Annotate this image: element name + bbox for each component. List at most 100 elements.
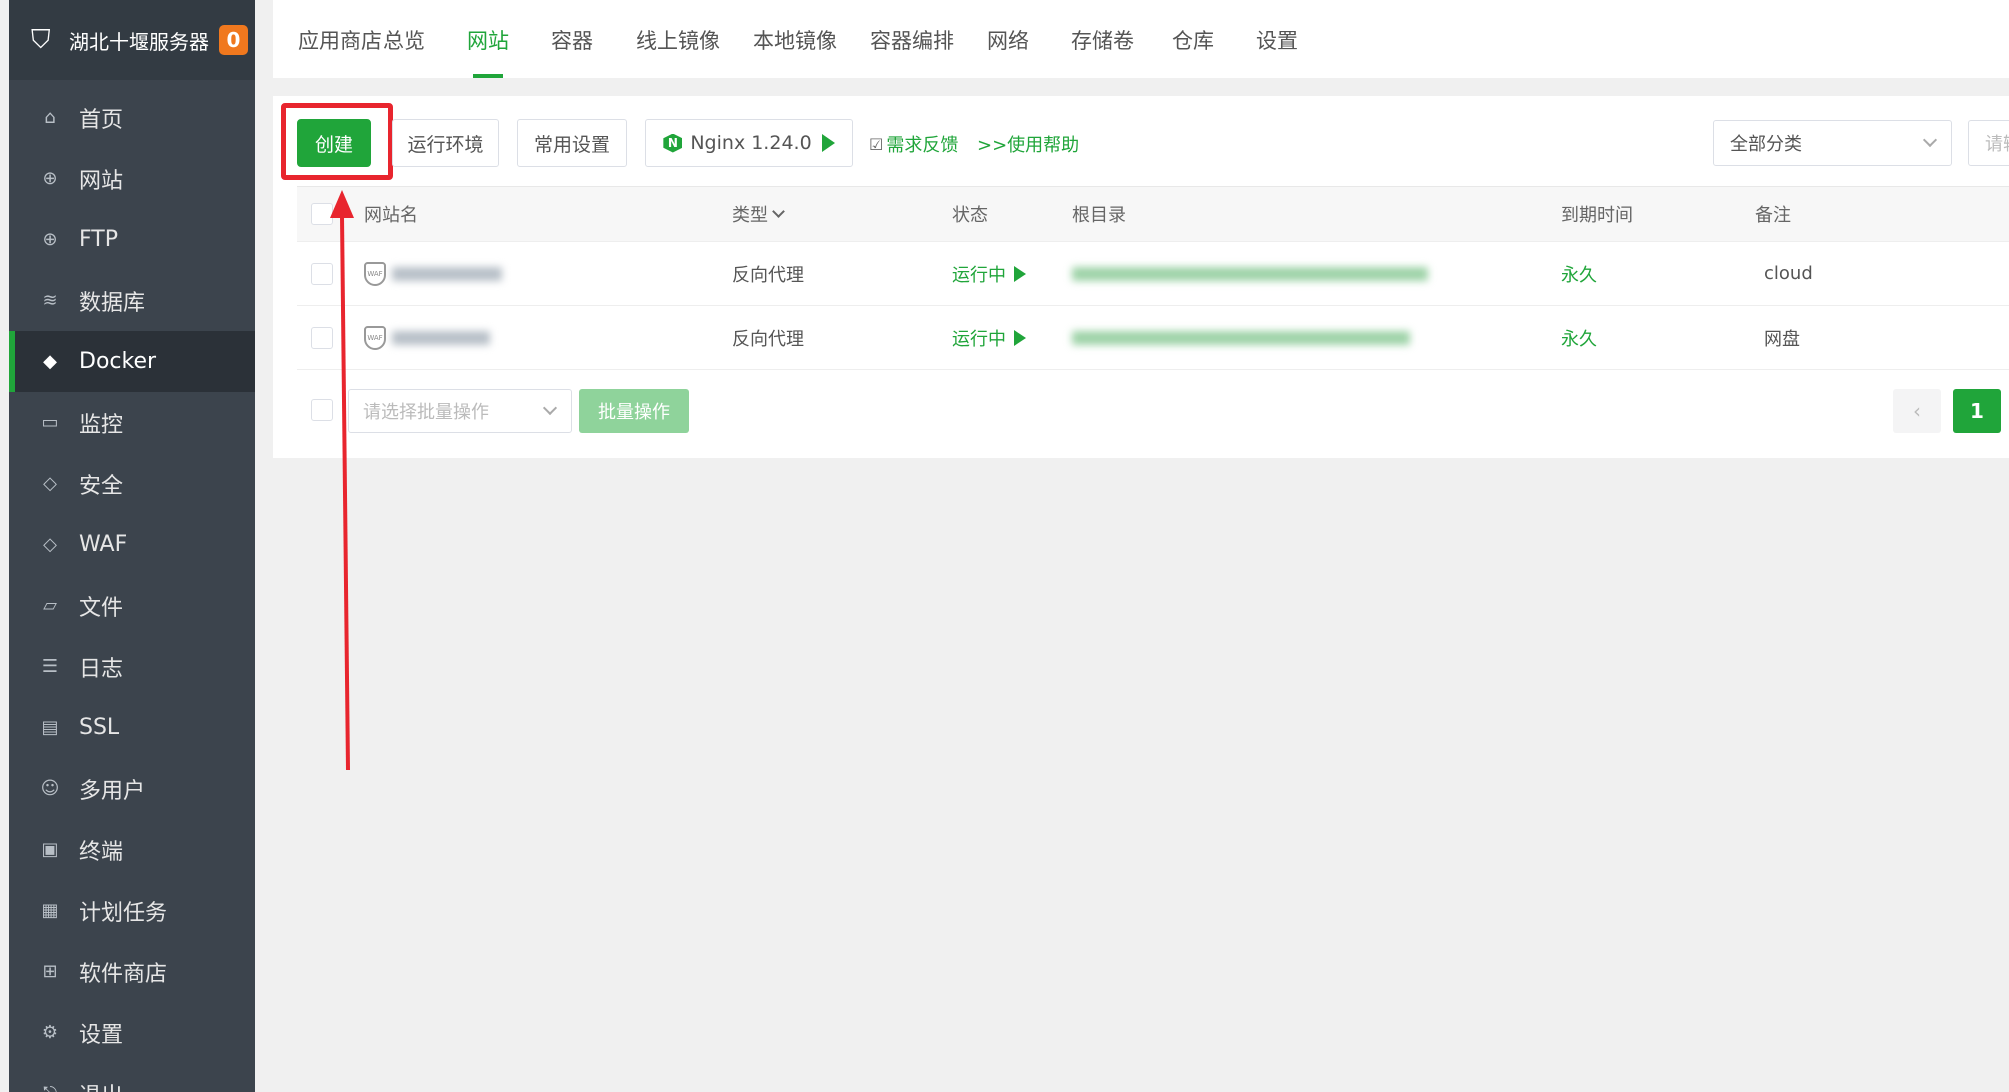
- sidebar-item-7[interactable]: ◇ WAF: [9, 514, 255, 575]
- waf-shield-icon: WAF: [364, 261, 386, 286]
- root-dir-cell[interactable]: [1072, 306, 1410, 369]
- sidebar-item-10[interactable]: ▤ SSL: [9, 697, 255, 758]
- sidebar-item-5[interactable]: ▭ 监控: [9, 392, 255, 453]
- sidebar-item-label: 文件: [79, 595, 124, 621]
- column-expire: 到期时间: [1561, 205, 1633, 226]
- site-status[interactable]: 运行中: [952, 306, 1026, 369]
- runtime-button[interactable]: 运行环境: [392, 119, 499, 167]
- page-1-button[interactable]: 1: [1953, 389, 2001, 433]
- folder-icon: ▱: [43, 595, 57, 616]
- sidebar-item-13[interactable]: ▦ 计划任务: [9, 880, 255, 941]
- sidebar-item-label: 网站: [79, 168, 124, 194]
- select-all-checkbox[interactable]: [311, 203, 333, 225]
- batch-action-select[interactable]: 请选择批量操作: [348, 389, 572, 433]
- sidebar-item-1[interactable]: ⊕ 网站: [9, 148, 255, 209]
- table-row: WAF 反向代理 运行中 永久 网盘: [297, 306, 2009, 370]
- site-name-cell[interactable]: WAF: [364, 306, 490, 369]
- prev-page-button[interactable]: ‹: [1893, 389, 1941, 433]
- batch-select-all-checkbox[interactable]: [311, 399, 333, 421]
- sidebar-item-15[interactable]: ⚙ 设置: [9, 1002, 255, 1063]
- sidebar-item-3[interactable]: ≋ 数据库: [9, 270, 255, 331]
- sidebar-item-2[interactable]: ⊕ FTP: [9, 209, 255, 270]
- sidebar-item-label: WAF: [79, 532, 128, 557]
- tab-8[interactable]: 存储卷: [1071, 25, 1134, 55]
- shield-icon: ◇: [43, 473, 57, 494]
- search-input[interactable]: 请输入: [1968, 120, 2009, 166]
- sidebar-nav: ⌂ 首页 ⊕ 网站 ⊕ FTP ≋ 数据库 ◆ Docker ▭ 监控 ◇ 安全 ◇ WAF ▱ 文件 ☰ 日志 ▤ SS…: [9, 80, 255, 1092]
- brand-name: 湖北十堰服务器: [69, 29, 209, 54]
- row-checkbox[interactable]: [311, 262, 333, 285]
- feedback-link[interactable]: ☑ 需求反馈: [869, 131, 958, 157]
- sidebar-item-label: 计划任务: [79, 900, 168, 926]
- site-status[interactable]: 运行中: [952, 242, 1026, 305]
- notification-badge[interactable]: 0: [219, 25, 248, 55]
- help-link[interactable]: >>使用帮助: [977, 131, 1079, 157]
- play-icon: [1014, 265, 1026, 282]
- sidebar-item-label: 退出: [79, 1078, 123, 1092]
- column-remark: 备注: [1755, 205, 1791, 226]
- sidebar-item-label: 终端: [79, 839, 124, 865]
- sidebar-item-label: 数据库: [79, 290, 146, 316]
- sidebar-item-8[interactable]: ▱ 文件: [9, 575, 255, 636]
- sidebar-item-0[interactable]: ⌂ 首页: [9, 87, 255, 148]
- ssl-certificate-icon: ▤: [41, 717, 59, 738]
- sidebar-item-14[interactable]: ⊞ 软件商店: [9, 941, 255, 1002]
- feedback-icon: ☑: [869, 134, 884, 154]
- column-name: 网站名: [364, 205, 418, 226]
- row-checkbox[interactable]: [311, 326, 333, 349]
- batch-action-button[interactable]: 批量操作: [579, 389, 689, 433]
- gear-icon: ⚙: [41, 1022, 59, 1043]
- site-remark[interactable]: cloud: [1764, 242, 1813, 305]
- column-type[interactable]: 类型: [732, 187, 785, 241]
- sidebar-item-4[interactable]: ◆ Docker: [9, 331, 255, 392]
- category-select[interactable]: 全部分类: [1713, 120, 1952, 166]
- tab-3[interactable]: 容器: [551, 25, 593, 55]
- site-name-cell[interactable]: WAF: [364, 242, 502, 305]
- sidebar-item-16[interactable]: ⎋ 退出: [9, 1063, 255, 1092]
- common-settings-button[interactable]: 常用设置: [517, 119, 627, 167]
- waf-shield-icon: WAF: [364, 325, 386, 350]
- site-expire[interactable]: 永久: [1561, 242, 1597, 305]
- category-value: 全部分类: [1730, 134, 1802, 155]
- sidebar-item-label: 软件商店: [79, 961, 168, 987]
- sidebar-item-12[interactable]: ▣ 终端: [9, 819, 255, 880]
- website-table: 网站名 类型 状态 根目录 到期时间 备注 WAF 反向代理 运行中 永久 cl…: [297, 186, 2009, 370]
- tab-5[interactable]: 本地镜像: [753, 25, 837, 55]
- docker-tabs: 应用商店 总览 网站 容器 线上镜像 本地镜像 容器编排 网络 存储卷 仓库 设置: [273, 0, 2009, 78]
- highlight-box: [281, 103, 393, 180]
- tab-0[interactable]: 应用商店: [298, 25, 382, 55]
- sidebar-item-label: 监控: [79, 412, 124, 438]
- sidebar-item-6[interactable]: ◇ 安全: [9, 453, 255, 514]
- tab-1[interactable]: 总览: [383, 25, 425, 55]
- ftp-globe-icon: ⊕: [42, 229, 58, 250]
- tab-4[interactable]: 线上镜像: [636, 25, 720, 55]
- site-remark[interactable]: 网盘: [1764, 306, 1800, 369]
- site-type: 反向代理: [732, 264, 804, 286]
- globe-icon: ⊕: [42, 168, 58, 189]
- nginx-button[interactable]: N Nginx 1.24.0: [645, 119, 853, 167]
- tab-10[interactable]: 设置: [1256, 25, 1298, 55]
- calendar-icon: ▦: [41, 900, 59, 921]
- sidebar-item-label: 首页: [79, 107, 124, 133]
- feedback-label: 需求反馈: [886, 135, 959, 156]
- apps-grid-icon: ⊞: [42, 961, 58, 982]
- waf-shield-icon: ◇: [43, 534, 57, 555]
- play-icon: [821, 134, 835, 152]
- root-dir-cell[interactable]: [1072, 242, 1428, 305]
- play-icon: [1014, 329, 1026, 346]
- sidebar-item-label: 设置: [79, 1022, 124, 1048]
- tab-9[interactable]: 仓库: [1172, 25, 1214, 55]
- tab-6[interactable]: 容器编排: [870, 25, 954, 55]
- tab-2[interactable]: 网站: [467, 25, 509, 55]
- nginx-version: Nginx 1.24.0: [690, 132, 812, 154]
- sidebar-item-label: 安全: [79, 473, 124, 499]
- site-expire[interactable]: 永久: [1561, 306, 1597, 369]
- sidebar-item-label: SSL: [79, 715, 120, 740]
- root-dir-redacted: [1072, 330, 1410, 345]
- sidebar-item-9[interactable]: ☰ 日志: [9, 636, 255, 697]
- nginx-icon: N: [663, 133, 683, 153]
- batch-action-placeholder: 请选择批量操作: [363, 402, 489, 423]
- database-icon: ≋: [42, 290, 58, 311]
- tab-7[interactable]: 网络: [987, 25, 1029, 55]
- sidebar-item-11[interactable]: ☺ 多用户: [9, 758, 255, 819]
